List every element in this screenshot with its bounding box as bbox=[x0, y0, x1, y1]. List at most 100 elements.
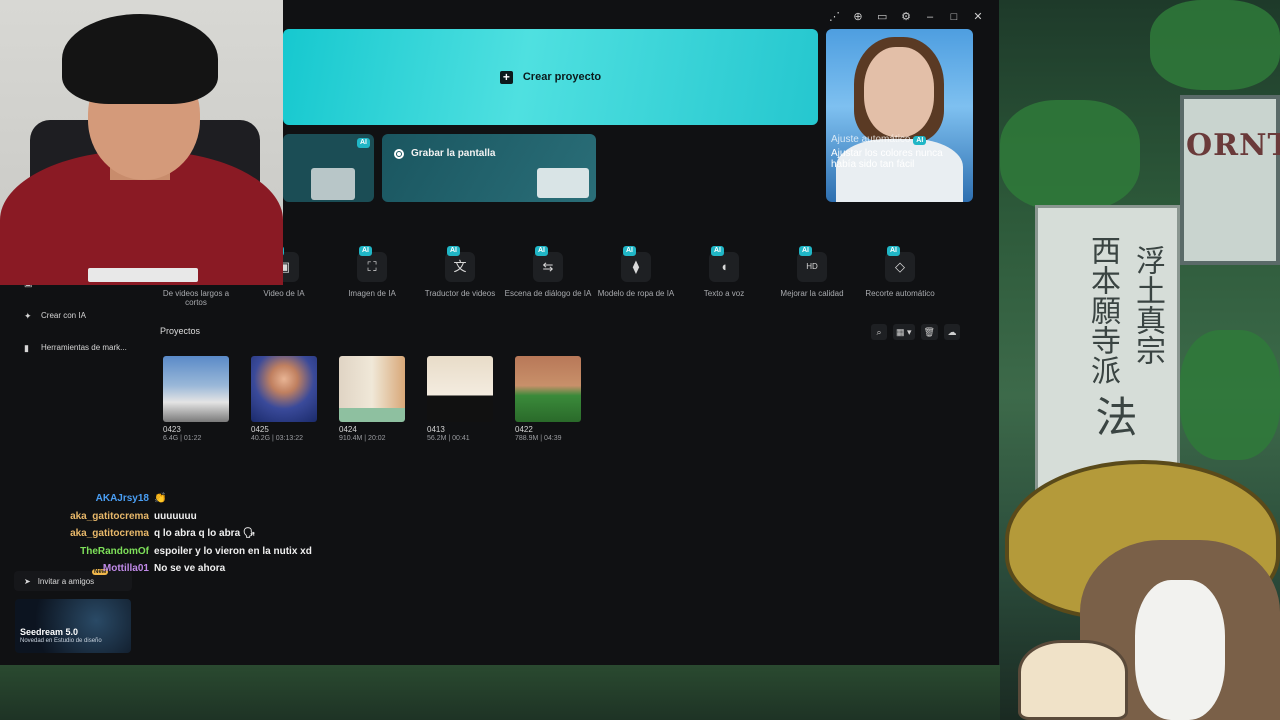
projects-heading: Proyectos bbox=[160, 326, 201, 336]
chat-text: espoiler y lo vieron en la nutix xd bbox=[154, 545, 312, 557]
tool-image-ai[interactable]: ⛶ AI Imagen de IA bbox=[328, 246, 416, 298]
creature-belly bbox=[1135, 580, 1225, 720]
view-toggle-icon[interactable]: ▦ ▾ bbox=[893, 324, 915, 340]
ai-badge: AI bbox=[913, 136, 927, 145]
tree-foliage bbox=[1000, 100, 1140, 210]
sidebar-item-label: Crear con IA bbox=[41, 311, 86, 320]
send-icon: ➤ bbox=[24, 576, 31, 586]
project-thumbnail bbox=[251, 356, 317, 422]
project-thumbnail bbox=[515, 356, 581, 422]
translate-icon: 文 AI bbox=[445, 246, 475, 282]
close-icon[interactable]: ✕ bbox=[973, 10, 983, 24]
tool-video-translator[interactable]: 文 AI Traductor de videos bbox=[416, 246, 504, 298]
chat-message: aka_gatitocrema q lo abra q lo abra 🗣 bbox=[40, 525, 312, 543]
street-sign bbox=[1180, 95, 1280, 265]
ai-badge: AI bbox=[887, 246, 900, 256]
tree-foliage bbox=[1180, 330, 1280, 460]
dialog-icon: ⇆ AI bbox=[533, 246, 563, 282]
marketing-icon: ▮ bbox=[24, 342, 29, 353]
minimize-icon[interactable]: – bbox=[925, 10, 935, 24]
project-card[interactable]: 0413 56.2M | 00:41 bbox=[427, 356, 493, 442]
tool-clothing-model[interactable]: ⧫ AI Modelo de ropa de IA bbox=[592, 246, 680, 298]
project-card[interactable]: 0422 788.9M | 04:39 bbox=[515, 356, 581, 442]
project-card[interactable]: 0425 40.2G | 03:13:22 bbox=[251, 356, 317, 442]
record-icon bbox=[394, 148, 404, 159]
pillar-kanji-center: 法 bbox=[1089, 395, 1138, 437]
promo-banner[interactable]: Ajuste automático AI Ajustar los colores… bbox=[826, 29, 973, 202]
chat-message: Mottilla01 No se ve ahora bbox=[40, 560, 312, 578]
ai-badge: AI bbox=[711, 246, 724, 256]
project-thumbnail bbox=[339, 356, 405, 422]
hedge bbox=[0, 665, 1000, 720]
tool-dialog-scene[interactable]: ⇆ AI Escena de diálogo de IA bbox=[504, 246, 592, 298]
ai-badge: AI bbox=[357, 138, 370, 148]
invite-label: Invitar a amigos bbox=[37, 576, 95, 586]
project-card[interactable]: 0424 910.4M | 20:02 bbox=[339, 356, 405, 442]
eraser-icon: ◇ AI bbox=[885, 246, 915, 282]
record-screen-card[interactable]: Grabar la pantalla bbox=[382, 134, 596, 202]
project-thumbnail bbox=[163, 356, 229, 422]
tool-label: Texto a voz bbox=[703, 289, 745, 298]
project-name: 0424 bbox=[339, 425, 357, 434]
clothing-icon: ⧫ AI bbox=[621, 246, 651, 282]
trash-icon[interactable]: 🗑 bbox=[920, 324, 938, 340]
ai-badge: AI bbox=[447, 246, 460, 256]
chat-username: AKAJrsy18 bbox=[95, 493, 149, 505]
chat-message: aka_gatitocrema uuuuuuu bbox=[40, 508, 312, 526]
tool-label: Traductor de videos bbox=[424, 289, 496, 298]
promo-title: Ajuste automático AI bbox=[831, 134, 927, 145]
tool-label: Imagen de IA bbox=[348, 289, 396, 298]
tool-text-to-speech[interactable]: ◖ AI Texto a voz bbox=[680, 246, 768, 298]
webcam-feed bbox=[0, 0, 283, 285]
project-name: 0425 bbox=[251, 425, 269, 434]
project-meta: 788.9M | 04:39 bbox=[515, 435, 562, 442]
project-meta: 910.4M | 20:02 bbox=[339, 435, 386, 442]
create-project-label: Crear proyecto bbox=[522, 71, 602, 83]
seedream-title: Seedream 5.0 bbox=[20, 627, 79, 637]
ai-badge: AI bbox=[623, 246, 636, 256]
upload-icon[interactable]: ⊕ bbox=[853, 10, 863, 24]
sidebar-item-create-ai[interactable]: ✦ Crear con IA bbox=[24, 311, 86, 320]
project-meta: 40.2G | 03:13:22 bbox=[251, 435, 304, 442]
paper-lantern bbox=[1018, 640, 1128, 720]
image-ai-icon: ⛶ AI bbox=[357, 246, 387, 282]
cloud-icon[interactable]: ☁ bbox=[943, 324, 960, 340]
seedream-subtitle: Novedad en Estudio de diseño bbox=[20, 638, 102, 644]
chat-message: TheRandomOf espoiler y lo vieron en la n… bbox=[40, 543, 312, 561]
chat-text: 👏 bbox=[154, 493, 167, 505]
record-thumbnail bbox=[537, 168, 589, 198]
ai-badge: AI bbox=[359, 246, 372, 256]
project-meta: 6.4G | 01:22 bbox=[163, 435, 202, 442]
project-name: 0413 bbox=[427, 425, 445, 434]
settings-icon[interactable]: ⚙ bbox=[901, 10, 911, 24]
chat-username: Mottilla01 bbox=[102, 563, 149, 575]
chat-text: q lo abra q lo abra 🗣 bbox=[154, 528, 256, 540]
chat-text: No se ve ahora bbox=[154, 563, 226, 575]
ai-badge: AI bbox=[799, 246, 812, 256]
sidebar-item-marketing[interactable]: ▮ Herramientas de mark... bbox=[24, 343, 127, 352]
tool-label: Recorte automático bbox=[865, 289, 935, 298]
titlebar-controls: ⋰ ⊕ ▭ ⚙ – □ ✕ bbox=[829, 10, 983, 24]
chat-username: aka_gatitocrema bbox=[70, 510, 149, 522]
project-card[interactable]: 0423 6.4G | 01:22 bbox=[163, 356, 229, 442]
tool-label: Escena de diálogo de IA bbox=[504, 289, 592, 298]
tool-enhance-quality[interactable]: HD AI Mejorar la calidad bbox=[768, 246, 856, 298]
chat-username: TheRandomOf bbox=[80, 545, 149, 557]
pillar-kanji-left: 西本願寺派 bbox=[1085, 235, 1120, 385]
create-project-button[interactable]: + Crear proyecto bbox=[283, 29, 818, 125]
project-name: 0423 bbox=[163, 425, 181, 434]
voice-icon: ◖ AI bbox=[709, 246, 739, 282]
tool-label: De videos largos a cortos bbox=[162, 289, 230, 307]
tool-auto-cutout[interactable]: ◇ AI Recorte automático bbox=[856, 246, 944, 298]
search-icon[interactable]: ⌕ bbox=[871, 324, 887, 340]
webcam-hair bbox=[62, 14, 218, 104]
ai-badge: AI bbox=[535, 246, 548, 256]
feedback-icon[interactable]: ▭ bbox=[877, 10, 887, 24]
share-icon[interactable]: ⋰ bbox=[829, 10, 840, 24]
ai-feature-card[interactable]: AI bbox=[283, 134, 374, 202]
seedream-banner[interactable]: Seedream 5.0 Novedad en Estudio de diseñ… bbox=[15, 599, 131, 653]
street-sign-text: ORNTA bbox=[1186, 128, 1280, 163]
maximize-icon[interactable]: □ bbox=[949, 10, 959, 24]
webcam-shirt-logo bbox=[88, 268, 198, 282]
record-screen-label: Grabar la pantalla bbox=[411, 148, 496, 159]
